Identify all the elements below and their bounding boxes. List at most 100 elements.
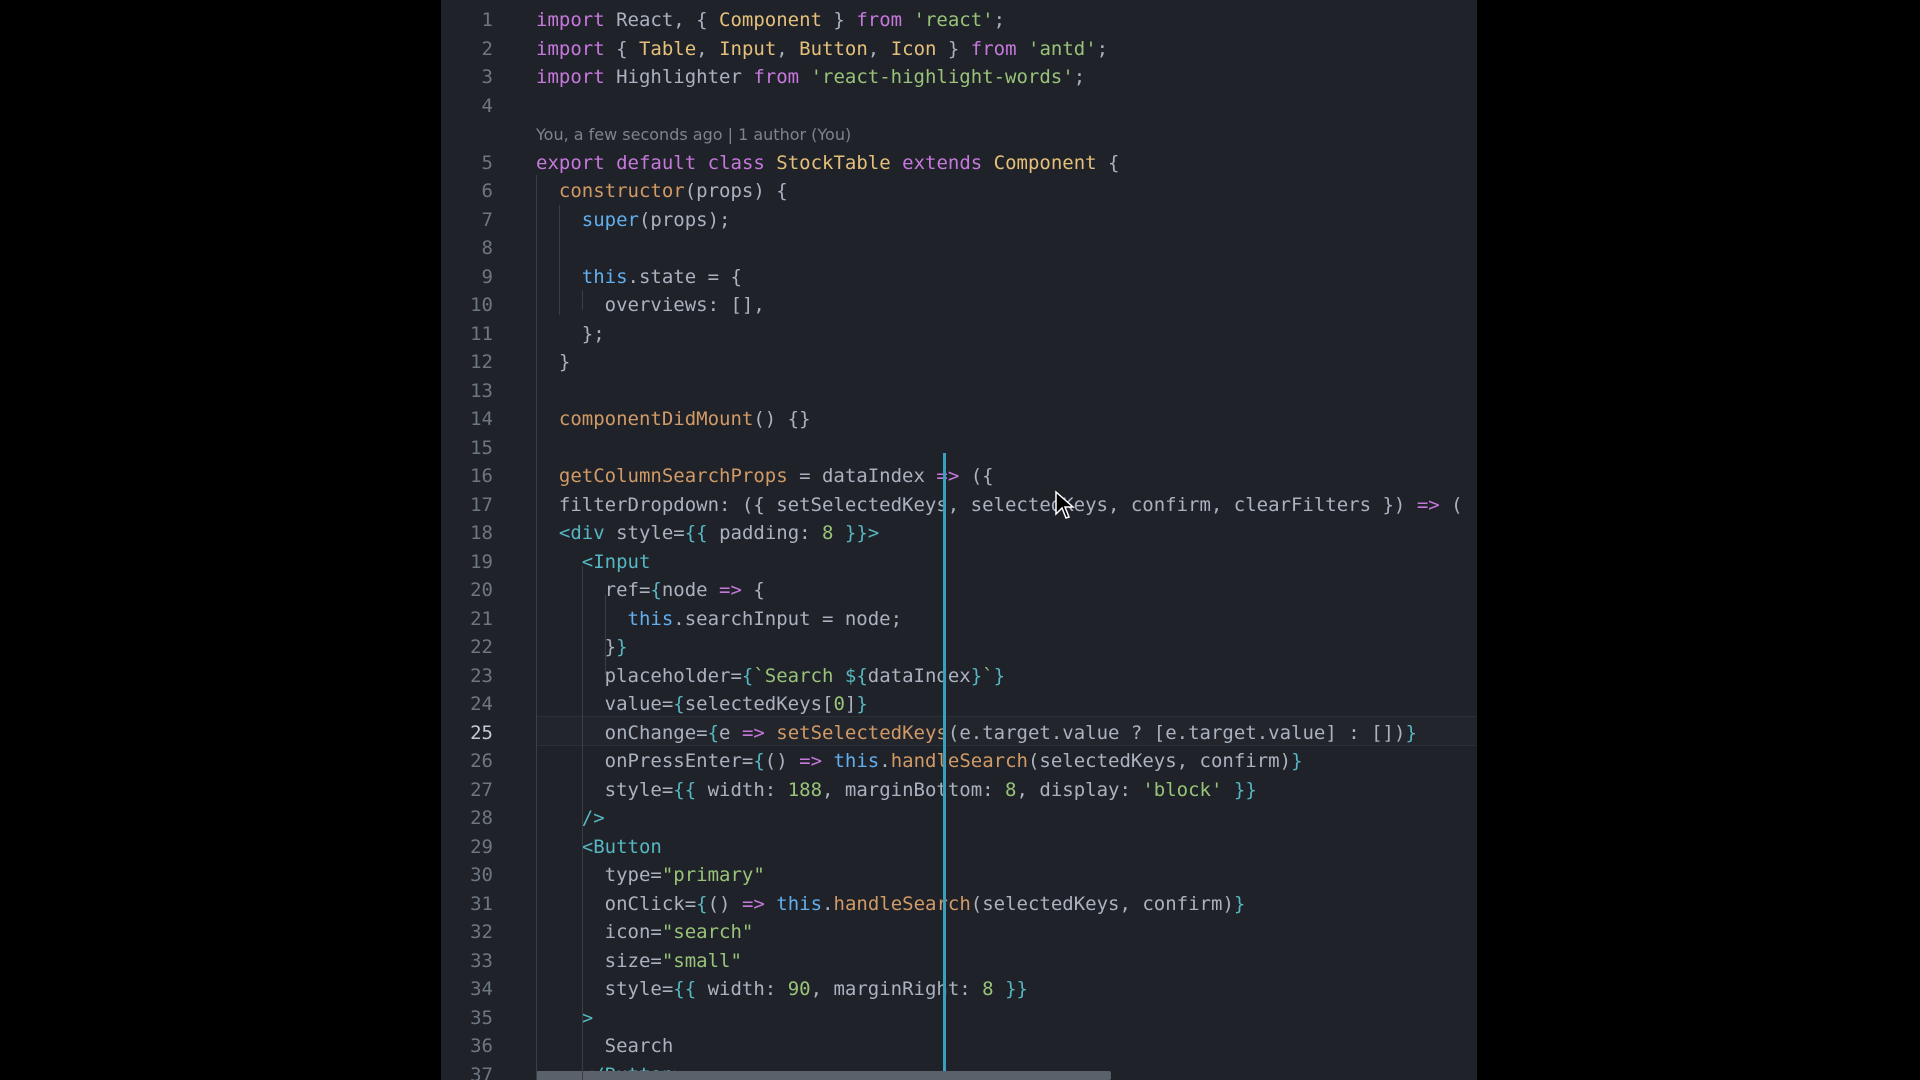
code-line[interactable]: 17 filterDropdown: ({ setSelectedKeys, s… xyxy=(441,491,1477,520)
code-editor[interactable]: You, a few seconds ago | 1 author (You) … xyxy=(441,0,1477,1080)
code-line[interactable]: 16 getColumnSearchProps = dataIndex => (… xyxy=(441,462,1477,491)
code-line[interactable]: 9 this.state = { xyxy=(441,263,1477,292)
code-token: ; xyxy=(1073,66,1086,88)
code-token: ${ xyxy=(844,664,868,687)
code-token: Component xyxy=(719,9,822,31)
code-line[interactable]: 20 ref={node => { xyxy=(441,576,1477,605)
code-line[interactable]: 25 onChange={e => setSelectedKeys(e.targ… xyxy=(441,719,1477,748)
code-token: style= xyxy=(604,522,685,544)
code-token: } xyxy=(1405,721,1417,744)
code-token: 'react' xyxy=(913,9,994,31)
line-number: 10 xyxy=(470,294,493,316)
codelens-annotation[interactable]: You, a few seconds ago | 1 author (You) xyxy=(536,125,851,144)
code-token: constructor xyxy=(558,180,685,202)
line-code: constructor(props) { xyxy=(536,177,788,206)
code-line[interactable]: 23 placeholder={`Search ${dataIndex}`} xyxy=(441,662,1477,691)
code-line[interactable]: 26 onPressEnter={() => this.handleSearch… xyxy=(441,747,1477,776)
code-token: `Search xyxy=(753,664,845,687)
code-line[interactable]: 32 icon="search" xyxy=(441,918,1477,947)
code-line[interactable]: 24 value={selectedKeys[0]} xyxy=(441,690,1477,719)
code-token: = dataIndex xyxy=(787,465,937,487)
code-line[interactable]: 10 overviews: [], xyxy=(441,291,1477,320)
line-number: 32 xyxy=(470,921,493,943)
line-number: 14 xyxy=(470,408,493,430)
code-token: Highlighter xyxy=(604,66,754,88)
code-token: (selectedKeys, confirm) xyxy=(970,892,1234,915)
code-line[interactable]: 22 }} xyxy=(441,633,1477,662)
code-token: handleSearch xyxy=(890,750,1028,772)
line-number: 36 xyxy=(470,1035,493,1057)
code-token: () xyxy=(764,750,800,772)
code-token: onPressEnter= xyxy=(536,750,754,772)
code-token: { xyxy=(1096,151,1120,174)
code-token: }} xyxy=(1233,778,1257,801)
line-number: 3 xyxy=(481,66,493,88)
code-line[interactable]: 31 onClick={() => this.handleSearch(sele… xyxy=(441,890,1477,919)
code-token: ` xyxy=(982,664,994,687)
code-token: this xyxy=(833,750,880,772)
indent-guide xyxy=(605,595,606,675)
code-line[interactable]: 19 <Input xyxy=(441,548,1477,577)
code-line[interactable]: 12 } xyxy=(441,348,1477,377)
code-token: 'react-highlight-words' xyxy=(810,66,1074,88)
code-token: . xyxy=(879,750,891,772)
line-code: import { Table, Input, Button, Icon } fr… xyxy=(536,35,1108,64)
code-line[interactable]: 3 import Highlighter from 'react-highligh… xyxy=(441,63,1477,92)
code-token: filterDropdown: ({ setSelectedKeys, sele… xyxy=(536,493,1417,516)
code-line[interactable]: 7 super(props); xyxy=(441,206,1477,235)
code-line[interactable]: 33 size="small" xyxy=(441,947,1477,976)
code-line[interactable]: 15 xyxy=(441,434,1477,463)
code-token: <Button xyxy=(581,835,662,858)
code-token: 8 xyxy=(822,522,834,544)
code-token: selectedKeys[ xyxy=(684,693,834,715)
code-line[interactable]: 13 xyxy=(441,377,1477,406)
code-token: class xyxy=(707,151,765,174)
code-line[interactable]: 6 constructor(props) { xyxy=(441,177,1477,206)
line-number: 6 xyxy=(481,180,493,202)
code-line[interactable]: 28 /> xyxy=(441,804,1477,833)
line-number: 8 xyxy=(481,237,493,259)
code-line[interactable]: 5 export default class StockTable extends… xyxy=(441,149,1477,178)
code-token: }}> xyxy=(844,522,880,544)
line-code: onPressEnter={() => this.handleSearch(se… xyxy=(536,747,1303,776)
line-code: filterDropdown: ({ setSelectedKeys, sele… xyxy=(536,491,1463,520)
code-token: => xyxy=(719,579,742,601)
line-number: 25 xyxy=(470,721,493,744)
code-line[interactable]: 35 > xyxy=(441,1004,1477,1033)
code-line[interactable]: 1 import React, { Component } from 'react… xyxy=(441,6,1477,35)
code-line[interactable]: 2 import { Table, Input, Button, Icon } f… xyxy=(441,35,1477,64)
line-code: style={{ width: 188, marginBottom: 8, di… xyxy=(536,776,1257,805)
code-token: super xyxy=(581,208,639,231)
code-token: handleSearch xyxy=(833,892,971,915)
code-token: } xyxy=(1233,892,1246,915)
code-line[interactable]: 8 xyxy=(441,234,1477,263)
code-token: {{ xyxy=(673,778,697,801)
code-token: from xyxy=(970,37,1017,60)
line-code: }; xyxy=(536,320,605,349)
code-token: 'block' xyxy=(1142,778,1223,801)
horizontal-scrollbar[interactable] xyxy=(536,1071,1111,1080)
code-line[interactable]: 30 type="primary" xyxy=(441,861,1477,890)
code-line[interactable]: 18 <div style={{ padding: 8 }}> xyxy=(441,519,1477,548)
code-token: this xyxy=(581,265,628,288)
code-line[interactable]: 4 xyxy=(441,92,1477,121)
code-line[interactable]: 29 <Button xyxy=(441,833,1477,862)
code-token: } xyxy=(936,37,971,60)
code-token: ({ xyxy=(959,465,994,487)
code-token: Table xyxy=(638,37,697,60)
code-line[interactable]: 11 }; xyxy=(441,320,1477,349)
code-token: default xyxy=(616,151,697,174)
code-line[interactable]: 14 componentDidMount() {} xyxy=(441,405,1477,434)
line-code: this.searchInput = node; xyxy=(536,605,903,634)
code-line[interactable]: 34 style={{ width: 90, marginRight: 8 }} xyxy=(441,975,1477,1004)
code-line[interactable]: 27 style={{ width: 188, marginBottom: 8,… xyxy=(441,776,1477,805)
code-line[interactable]: 21 this.searchInput = node; xyxy=(441,605,1477,634)
code-line[interactable]: 36 Search xyxy=(441,1032,1477,1061)
code-token: Button xyxy=(799,37,868,60)
